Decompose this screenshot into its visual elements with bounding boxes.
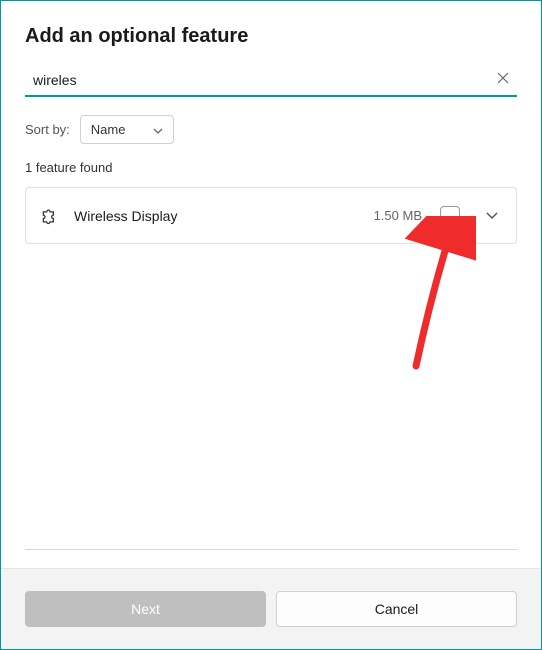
chevron-down-icon xyxy=(153,122,163,137)
feature-item[interactable]: Wireless Display 1.50 MB xyxy=(26,188,516,243)
search-box xyxy=(25,66,517,97)
feature-list: Wireless Display 1.50 MB xyxy=(25,187,517,244)
result-count: 1 feature found xyxy=(25,160,517,175)
puzzle-icon xyxy=(40,206,60,226)
clear-search-button[interactable] xyxy=(495,70,511,89)
expand-button[interactable] xyxy=(482,204,502,227)
feature-name: Wireless Display xyxy=(74,208,360,224)
sort-row: Sort by: Name xyxy=(25,115,517,144)
dialog-title: Add an optional feature xyxy=(25,25,517,48)
dialog-body: Add an optional feature Sort by: Name 1 … xyxy=(1,1,541,244)
sort-select[interactable]: Name xyxy=(80,115,175,144)
feature-checkbox[interactable] xyxy=(440,206,460,226)
search-input[interactable] xyxy=(33,72,495,88)
chevron-down-icon xyxy=(486,208,498,223)
close-icon xyxy=(497,72,509,87)
sort-label: Sort by: xyxy=(25,122,70,137)
sort-selected-value: Name xyxy=(91,122,126,137)
cancel-button[interactable]: Cancel xyxy=(276,591,517,627)
button-bar: Next Cancel xyxy=(1,568,541,649)
feature-size: 1.50 MB xyxy=(374,208,422,223)
divider xyxy=(25,549,517,550)
next-button[interactable]: Next xyxy=(25,591,266,627)
